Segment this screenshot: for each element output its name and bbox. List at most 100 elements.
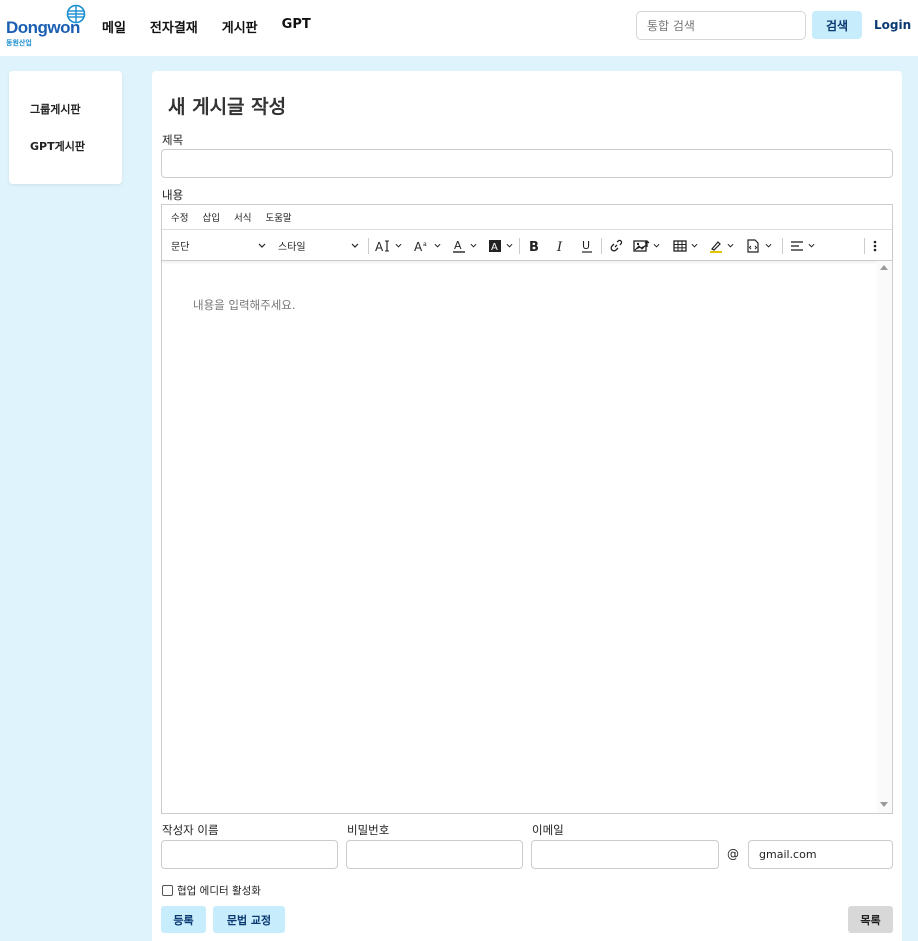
link-button[interactable] <box>609 230 623 261</box>
text-color-icon: A <box>453 239 465 253</box>
chevron-down-icon <box>351 243 359 248</box>
block-format-value: 문단 <box>171 242 190 253</box>
source-code-icon <box>747 238 759 253</box>
scroll-down-arrow-icon[interactable] <box>880 802 888 807</box>
page-title: 새 게시글 작성 <box>168 96 287 118</box>
globe-icon <box>66 4 86 24</box>
chevron-down-icon <box>258 243 266 248</box>
font-size-icon: A <box>375 240 389 253</box>
svg-text:U: U <box>582 239 590 252</box>
sidebar-item-group-board[interactable]: 그룹게시판 <box>30 101 81 117</box>
toolbar-divider <box>782 238 783 254</box>
password-input[interactable] <box>346 840 523 869</box>
svg-text:A: A <box>375 240 384 253</box>
toolbar-divider <box>368 238 369 254</box>
editor-scrollbar[interactable] <box>877 261 892 813</box>
list-button[interactable]: 목록 <box>848 906 893 933</box>
style-value: 스타일 <box>278 242 306 253</box>
nav-item-board[interactable]: 게시판 <box>222 17 258 36</box>
block-format-select[interactable]: 문단 <box>171 230 266 261</box>
title-label: 제목 <box>162 133 184 147</box>
link-icon <box>610 239 623 251</box>
menu-edit[interactable]: 수정 <box>171 210 188 224</box>
more-button[interactable] <box>873 230 877 261</box>
chevron-down-icon <box>434 243 441 248</box>
underline-icon: U <box>582 239 592 253</box>
nav-item-mail[interactable]: 메일 <box>102 17 126 36</box>
menu-format[interactable]: 서식 <box>234 210 251 224</box>
svg-text:a: a <box>423 241 427 248</box>
chevron-down-icon <box>470 243 477 248</box>
title-input[interactable] <box>161 149 893 178</box>
svg-text:B: B <box>529 240 539 253</box>
grammar-check-button[interactable]: 문법 교정 <box>213 906 285 933</box>
font-family-icon: Aa <box>414 240 427 253</box>
editor-menubar: 수정 삽입 서식 도움말 <box>162 205 892 229</box>
align-button[interactable] <box>790 230 815 261</box>
collab-editor-checkbox[interactable] <box>162 885 173 896</box>
scroll-up-arrow-icon[interactable] <box>880 265 888 270</box>
image-icon <box>633 239 650 252</box>
more-vertical-icon <box>873 240 877 251</box>
email-input[interactable] <box>531 840 719 869</box>
search-input[interactable] <box>636 11 806 40</box>
post-form-panel: 새 게시글 작성 제목 내용 수정 삽입 서식 도움말 문단 스타일 A A a… <box>152 71 902 941</box>
submit-button[interactable]: 등록 <box>161 906 206 933</box>
toolbar-divider <box>519 238 520 254</box>
password-label: 비밀번호 <box>347 823 390 837</box>
sidebar: 그룹게시판 GPT게시판 <box>9 71 122 184</box>
author-input[interactable] <box>161 840 338 869</box>
chevron-down-icon <box>691 243 698 248</box>
logo-subtitle: 동원산업 <box>6 39 32 47</box>
style-select[interactable]: 스타일 <box>278 230 359 261</box>
highlight-button[interactable] <box>709 230 734 261</box>
top-header: Dongwon 동원산업 메일 전자결재 게시판 GPT 검색 Login <box>0 0 918 56</box>
align-left-icon <box>791 240 803 251</box>
table-icon <box>673 239 687 252</box>
dongwon-logo[interactable]: Dongwon 동원산업 <box>6 4 88 50</box>
menu-insert[interactable]: 삽입 <box>202 210 219 224</box>
svg-text:A: A <box>491 242 498 253</box>
bold-button[interactable]: B <box>528 230 540 261</box>
highlighter-icon <box>710 240 722 253</box>
insert-image-button[interactable] <box>633 230 660 261</box>
background-color-button[interactable]: A <box>488 230 513 261</box>
login-link[interactable]: Login <box>874 18 911 32</box>
svg-text:A: A <box>454 239 462 252</box>
menu-help[interactable]: 도움말 <box>265 210 291 224</box>
email-label: 이메일 <box>532 823 564 837</box>
source-code-button[interactable] <box>746 230 772 261</box>
author-label: 작성자 이름 <box>162 823 219 837</box>
at-sign: @ <box>727 847 739 861</box>
chevron-down-icon <box>727 243 734 248</box>
nav-item-approval[interactable]: 전자결재 <box>150 17 198 36</box>
chevron-down-icon <box>653 243 660 248</box>
toolbar-divider <box>601 238 602 254</box>
editor-content-area[interactable]: 내용을 입력해주세요. <box>162 261 878 813</box>
chevron-down-icon <box>395 243 402 248</box>
background-color-icon: A <box>489 239 501 253</box>
svg-text:I: I <box>556 240 563 253</box>
content-label: 내용 <box>162 188 184 202</box>
underline-button[interactable]: U <box>581 230 593 261</box>
rich-text-editor: 수정 삽입 서식 도움말 문단 스타일 A Aa A A B I U 내용을 입… <box>161 204 893 814</box>
font-size-button[interactable]: A <box>375 230 402 261</box>
insert-table-button[interactable] <box>673 230 698 261</box>
editor-toolbar: 문단 스타일 A Aa A A B I U <box>162 229 892 261</box>
chevron-down-icon <box>506 243 513 248</box>
main-nav: 메일 전자결재 게시판 GPT <box>102 17 335 36</box>
toolbar-divider <box>864 238 865 254</box>
collab-editor-label: 협업 에디터 활성화 <box>177 885 261 897</box>
font-family-button[interactable]: Aa <box>414 230 441 261</box>
chevron-down-icon <box>808 243 815 248</box>
nav-item-gpt[interactable]: GPT <box>282 17 311 36</box>
italic-button[interactable]: I <box>555 230 567 261</box>
svg-text:A: A <box>414 240 423 253</box>
search-button[interactable]: 검색 <box>812 11 862 39</box>
italic-icon: I <box>556 240 563 253</box>
editor-placeholder: 내용을 입력해주세요. <box>193 298 296 312</box>
sidebar-item-gpt-board[interactable]: GPT게시판 <box>30 138 85 154</box>
text-color-button[interactable]: A <box>452 230 477 261</box>
email-domain-input[interactable] <box>748 840 893 869</box>
bold-icon: B <box>529 240 539 253</box>
